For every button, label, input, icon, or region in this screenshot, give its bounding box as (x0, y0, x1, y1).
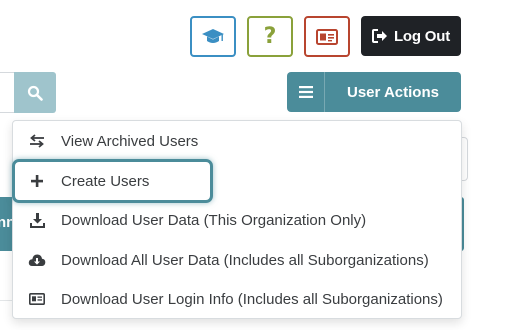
user-actions-label: User Actions (347, 83, 439, 101)
id-card-icon (13, 293, 61, 305)
id-card-icon (316, 28, 338, 45)
search-button[interactable] (14, 72, 56, 113)
sign-out-icon (371, 29, 387, 43)
help-button[interactable]: ? (247, 16, 293, 57)
logout-button[interactable]: Log Out (361, 16, 461, 56)
search-input[interactable] (0, 72, 14, 113)
search-icon (27, 85, 43, 101)
question-mark-icon: ? (263, 23, 277, 49)
profile-card-button[interactable] (304, 16, 350, 57)
menu-item-label: View Archived Users (61, 132, 199, 150)
cloud-download-icon (13, 253, 61, 267)
download-icon (13, 212, 61, 228)
hamburger-icon (287, 72, 325, 112)
menu-item-download-user-data[interactable]: Download User Data (This Organization On… (13, 200, 461, 240)
menu-item-label: Download User Data (This Organization On… (61, 211, 367, 229)
menu-item-label: Download User Login Info (Includes all S… (61, 290, 443, 308)
graduation-cap-icon (202, 28, 224, 43)
page: ? Log Out User Actions nn View Archived … (0, 0, 510, 330)
user-actions-button[interactable]: User Actions (287, 72, 461, 112)
logout-label: Log Out (393, 27, 451, 45)
create-users-highlight (12, 159, 213, 203)
menu-item-view-archived-users[interactable]: View Archived Users (13, 121, 461, 161)
menu-item-label: Download All User Data (Includes all Sub… (61, 251, 429, 269)
swap-arrows-icon (13, 134, 61, 148)
training-button[interactable] (190, 16, 236, 57)
menu-item-download-all-user-data[interactable]: Download All User Data (Includes all Sub… (13, 240, 461, 280)
user-actions-menu: View Archived Users Create Users Downloa… (12, 120, 462, 319)
menu-item-download-login-info[interactable]: Download User Login Info (Includes all S… (13, 279, 461, 319)
